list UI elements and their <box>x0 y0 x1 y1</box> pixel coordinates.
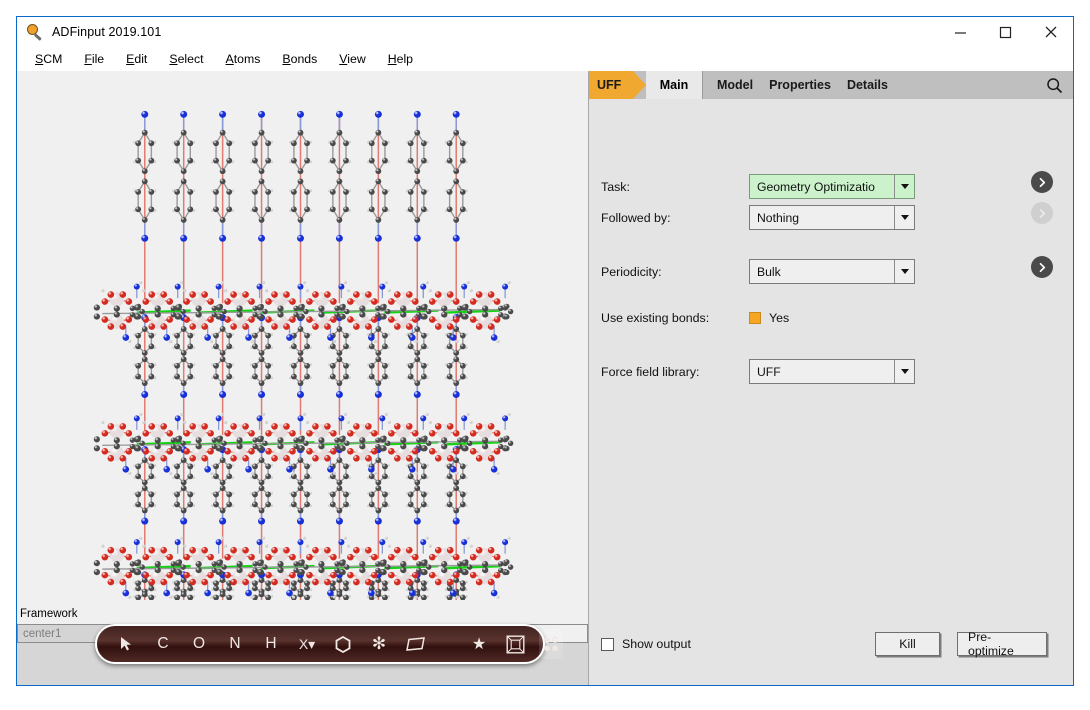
menu-item-scm[interactable]: SCM <box>35 52 62 66</box>
kill-button[interactable]: Kill <box>875 632 940 656</box>
followed-by-value: Nothing <box>757 210 800 225</box>
benzene-ring-icon[interactable] <box>331 629 355 659</box>
force-field-library-dropdown[interactable]: UFF <box>749 359 915 384</box>
menu-mnemonic: S <box>169 52 178 66</box>
settings-footer: Show output Kill Pre-optimize <box>589 627 1073 685</box>
followed-by-label: Followed by: <box>601 210 671 225</box>
menu-item-edit[interactable]: Edit <box>126 52 147 66</box>
pre-optimize-button[interactable]: Pre-optimize <box>957 630 1047 658</box>
crystal-lattice-icon[interactable] <box>539 629 563 659</box>
application-window: ADFinput 2019.101 SCM File Edit Select A… <box>16 16 1074 686</box>
use-existing-bonds-label: Use existing bonds: <box>601 311 710 325</box>
engine-badge-uff[interactable]: UFF <box>589 71 646 99</box>
magnifier-icon <box>26 23 44 41</box>
chevron-down-icon[interactable] <box>894 206 914 229</box>
menu-label: iew <box>347 52 366 66</box>
use-existing-bonds-toggle[interactable]: Yes <box>749 311 789 325</box>
minimize-button[interactable] <box>938 17 983 47</box>
chevron-down-icon[interactable] <box>894 175 914 198</box>
use-existing-bonds-value: Yes <box>769 311 790 325</box>
periodicity-label: Periodicity: <box>601 264 662 279</box>
tab-main[interactable]: Main <box>646 71 702 99</box>
menu-mnemonic: H <box>387 52 397 66</box>
main-body: Framework center1 linker1 linker2 Framew… <box>17 71 1073 685</box>
tab-details[interactable]: Details <box>847 78 888 92</box>
task-detail-button[interactable] <box>1031 171 1053 193</box>
periodicity-detail-button[interactable] <box>1031 256 1053 278</box>
menu-item-help[interactable]: Help <box>388 52 413 66</box>
hydrogen-icon[interactable]: H <box>259 629 283 659</box>
menu-label: elect <box>177 52 204 66</box>
menu-label: onds <box>290 52 318 66</box>
panel-tabs-rest: Model Properties Details <box>702 71 1073 99</box>
task-label: Task: <box>601 179 630 194</box>
molecule-viewer[interactable]: Framework <box>17 71 588 624</box>
title-bar: ADFinput 2019.101 <box>17 17 1073 47</box>
carbon-icon[interactable]: C <box>151 629 175 659</box>
unit-cell-icon[interactable] <box>503 629 527 659</box>
panel-tab-strip: UFF Main Model Properties Details <box>589 71 1073 99</box>
menu-label: elp <box>396 52 414 66</box>
periodicity-dropdown[interactable]: Bulk <box>749 259 915 284</box>
menu-item-atoms[interactable]: Atoms <box>226 52 261 66</box>
menu-item-bonds[interactable]: Bonds <box>282 52 317 66</box>
task-value: Geometry Optimizatio <box>757 179 875 194</box>
window-controls <box>938 17 1073 47</box>
field-row-task: Task: Geometry Optimizatio <box>601 171 1065 199</box>
checkbox-icon <box>601 637 614 651</box>
search-icon[interactable] <box>1046 77 1063 94</box>
task-dropdown[interactable]: Geometry Optimizatio <box>749 174 915 199</box>
show-output-label: Show output <box>622 637 691 651</box>
snowflake-icon[interactable]: ✻ <box>367 629 391 659</box>
menu-mnemonic: B <box>282 52 291 66</box>
menu-item-select[interactable]: Select <box>169 52 203 66</box>
menu-label: ile <box>91 52 105 66</box>
maximize-button[interactable] <box>983 17 1028 47</box>
nitrogen-icon[interactable]: N <box>223 629 247 659</box>
checked-indicator-icon <box>749 312 761 324</box>
followed-by-detail-button <box>1031 202 1053 224</box>
menu-label: toms <box>233 52 261 66</box>
star-icon[interactable]: ★ <box>467 629 491 659</box>
chevron-down-icon[interactable] <box>894 360 914 383</box>
menu-mnemonic: S <box>35 52 44 66</box>
select-arrow-icon[interactable] <box>115 629 139 659</box>
viewer-structure-label: Framework <box>20 608 78 620</box>
show-output-checkbox[interactable]: Show output <box>601 637 691 651</box>
tab-model[interactable]: Model <box>717 78 753 92</box>
menu-mnemonic: A <box>225 52 234 66</box>
plane-icon[interactable] <box>403 629 427 659</box>
window-title: ADFinput 2019.101 <box>52 25 162 39</box>
field-row-force-field-library: Force field library: UFF <box>601 359 1065 384</box>
menu-mnemonic: F <box>84 52 92 66</box>
field-row-followed-by: Followed by: Nothing <box>601 202 1065 230</box>
tab-properties[interactable]: Properties <box>769 78 831 92</box>
menu-item-view[interactable]: View <box>339 52 365 66</box>
settings-pane: UFF Main Model Properties Details Task: … <box>589 71 1073 685</box>
force-field-library-value: UFF <box>757 364 781 379</box>
other-element-icon[interactable]: X▾ <box>295 629 319 659</box>
menu-label: CM <box>43 52 63 66</box>
settings-form: Task: Geometry Optimizatio Followed by: … <box>589 99 1073 627</box>
menu-item-file[interactable]: File <box>84 52 104 66</box>
molecule-render <box>93 110 514 601</box>
close-button[interactable] <box>1028 17 1073 47</box>
field-row-use-existing-bonds: Use existing bonds: Yes <box>601 311 1065 325</box>
menu-label: dit <box>134 52 148 66</box>
molecule-toolbar: C O N H X▾ ✻ ★ <box>95 624 563 664</box>
oxygen-icon[interactable]: O <box>187 629 211 659</box>
followed-by-dropdown[interactable]: Nothing <box>749 205 915 230</box>
menu-bar: SCM File Edit Select Atoms Bonds View He… <box>17 47 1073 71</box>
chevron-down-icon[interactable] <box>894 260 914 283</box>
field-row-periodicity: Periodicity: Bulk <box>601 256 1065 284</box>
structure-viewer-pane: Framework center1 linker1 linker2 Framew… <box>17 71 589 685</box>
force-field-library-label: Force field library: <box>601 364 700 379</box>
periodicity-value: Bulk <box>757 264 781 279</box>
